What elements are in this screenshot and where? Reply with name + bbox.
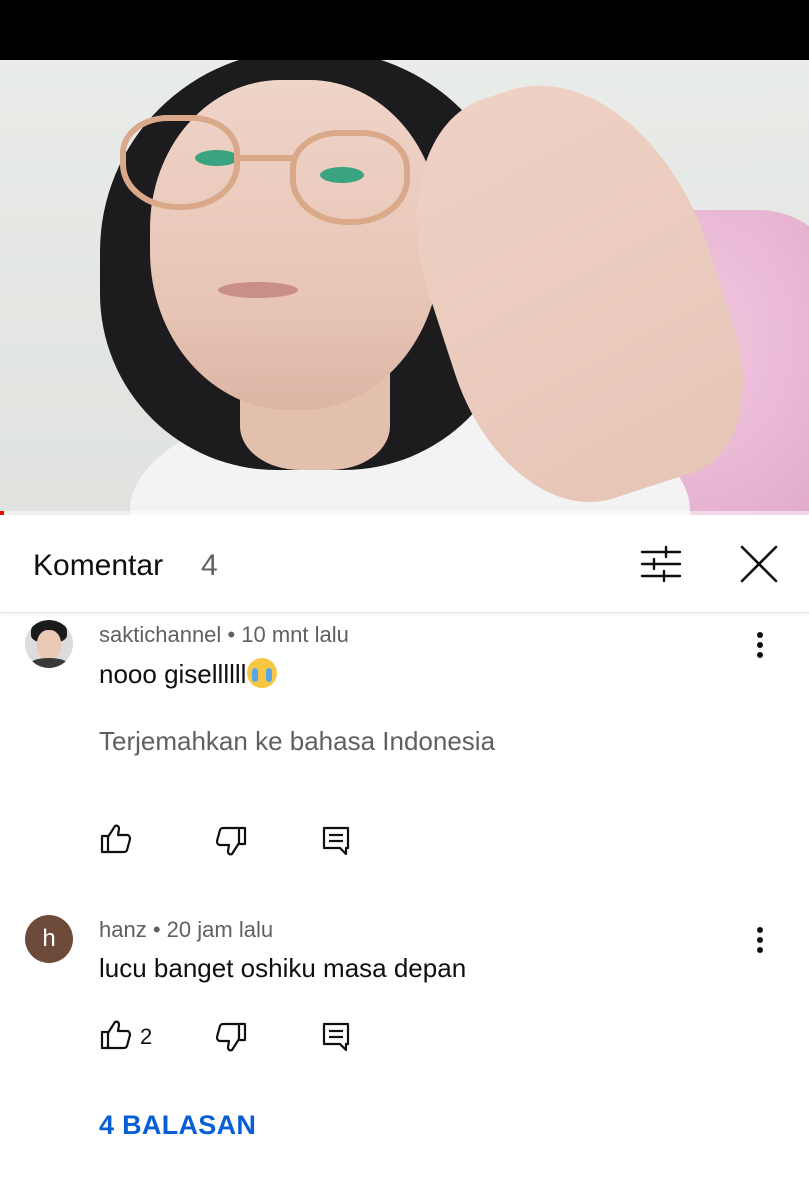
comment-author[interactable]: saktichannel bbox=[99, 622, 221, 647]
status-bar bbox=[0, 0, 809, 60]
like-icon[interactable] bbox=[99, 822, 133, 856]
like-icon[interactable] bbox=[99, 1018, 133, 1052]
close-icon[interactable] bbox=[740, 545, 778, 583]
video-glasses-left bbox=[120, 115, 240, 210]
video-glasses-right bbox=[290, 130, 410, 225]
comment-time: 10 mnt lalu bbox=[241, 622, 349, 647]
avatar[interactable]: h bbox=[25, 915, 73, 963]
like-count: 2 bbox=[140, 1024, 153, 1049]
reply-icon[interactable] bbox=[320, 824, 354, 858]
meta-separator: • bbox=[152, 917, 167, 942]
comments-title: Komentar bbox=[33, 549, 164, 582]
more-options-icon[interactable] bbox=[748, 630, 772, 660]
video-player[interactable] bbox=[0, 60, 809, 515]
comment-text: lucu banget oshiku masa depan bbox=[99, 953, 467, 983]
more-options-icon[interactable] bbox=[748, 925, 772, 955]
comment-author[interactable]: hanz bbox=[99, 917, 147, 942]
comment-meta: hanz • 20 jam lalu bbox=[99, 917, 273, 943]
dislike-icon[interactable] bbox=[214, 824, 248, 858]
comments-header: Komentar 4 bbox=[0, 515, 809, 613]
comment-time: 20 jam lalu bbox=[166, 917, 274, 942]
sort-filter-icon[interactable] bbox=[640, 545, 682, 583]
translate-link[interactable]: Terjemahkan ke bahasa Indonesia bbox=[99, 726, 495, 757]
avatar[interactable] bbox=[25, 620, 73, 668]
comment-text-body: nooo gisellllll bbox=[99, 659, 247, 689]
dislike-icon[interactable] bbox=[214, 1020, 248, 1054]
view-replies-button[interactable]: 4 BALASAN bbox=[99, 1110, 256, 1141]
reply-icon[interactable] bbox=[320, 1020, 354, 1054]
video-glasses-bridge bbox=[236, 155, 296, 161]
comments-count: 4 bbox=[201, 549, 218, 582]
comment-text: nooo gisellllll bbox=[99, 658, 278, 690]
comment-meta: saktichannel • 10 mnt lalu bbox=[99, 622, 349, 648]
meta-separator: • bbox=[227, 622, 242, 647]
crying-face-icon bbox=[247, 658, 278, 688]
video-lips bbox=[218, 282, 298, 298]
